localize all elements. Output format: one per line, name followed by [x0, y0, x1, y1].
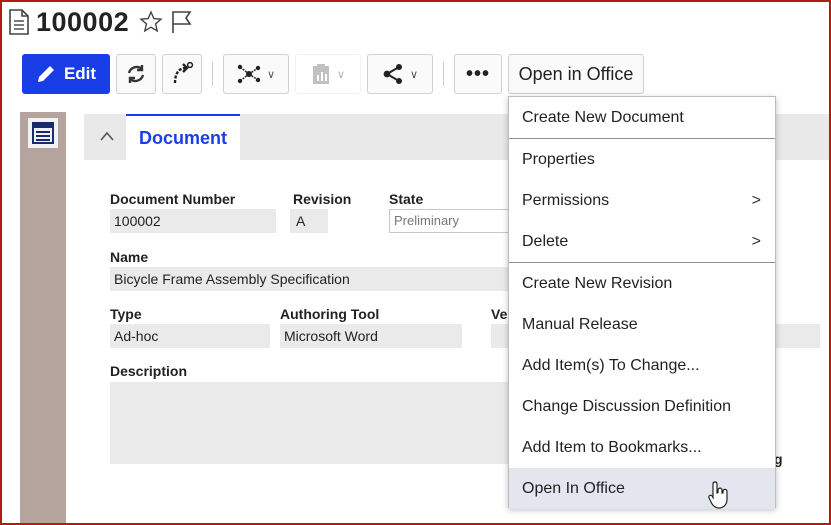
edit-button[interactable]: Edit: [22, 54, 110, 94]
menu-item-label: Create New Revision: [522, 275, 673, 292]
menu-item-label: Add Item(s) To Change...: [522, 357, 700, 374]
toolbar: Edit ∨ ∨ ∨ ••• Open in Office: [22, 52, 650, 96]
chevron-right-icon: >: [751, 233, 761, 250]
document-number-label: Document Number: [110, 191, 236, 207]
menu-item-create-new-revision[interactable]: Create New Revision: [509, 262, 775, 304]
chevron-right-icon: >: [751, 192, 761, 209]
menu-item-label: Properties: [522, 151, 595, 168]
more-actions-button[interactable]: •••: [454, 54, 502, 94]
description-field[interactable]: [110, 382, 510, 464]
description-label: Description: [110, 363, 188, 379]
name-label: Name: [110, 249, 149, 265]
menu-item-open-in-office[interactable]: Open In Office: [509, 468, 775, 509]
menu-item-permissions[interactable]: Permissions >: [509, 180, 775, 221]
more-actions-menu: Create New Document Properties Permissio…: [508, 96, 776, 509]
revision-field[interactable]: A: [290, 209, 328, 233]
promote-button[interactable]: [162, 54, 202, 94]
title-row: 100002: [6, 5, 193, 39]
toolbar-divider: [212, 62, 213, 86]
report-dropdown-button[interactable]: ∨: [295, 54, 361, 94]
menu-item-label: Manual Release: [522, 316, 638, 333]
edit-button-label: Edit: [63, 64, 97, 83]
chevron-down-icon: ∨: [266, 68, 276, 81]
curved-arrow-icon: [173, 62, 194, 84]
page-title: 100002: [36, 6, 130, 37]
menu-item-label: Delete: [522, 233, 569, 250]
menu-item-label: Permissions: [522, 192, 610, 209]
state-label: State: [389, 191, 424, 207]
chevron-down-icon: ∨: [409, 68, 419, 81]
share-dropdown-button[interactable]: ∨: [367, 54, 433, 94]
structure-dropdown-button[interactable]: ∨: [223, 54, 289, 94]
report-icon: [312, 64, 329, 84]
hidden-field-partial: [770, 324, 820, 348]
authoring-tool-field[interactable]: Microsoft Word: [280, 324, 462, 348]
menu-item-label: Create New Document: [522, 109, 684, 126]
menu-item-delete[interactable]: Delete >: [509, 221, 775, 262]
revision-label: Revision: [293, 191, 352, 207]
open-in-office-button[interactable]: Open in Office: [508, 54, 644, 94]
authoring-tool-label: Authoring Tool: [280, 306, 380, 322]
hand-pointer-icon: [707, 480, 731, 510]
flag-outline-icon[interactable]: [171, 10, 193, 34]
menu-item-label: Change Discussion Definition: [522, 398, 731, 415]
structure-network-icon: [237, 64, 261, 84]
type-field[interactable]: Ad-hoc: [110, 324, 270, 348]
tab-document[interactable]: Document: [126, 114, 240, 160]
star-outline-icon[interactable]: [139, 10, 163, 34]
collapse-chevron-icon[interactable]: [100, 128, 114, 144]
chevron-down-icon: ∨: [336, 68, 346, 81]
version-label-partial: Ve: [491, 306, 508, 322]
document-number-field[interactable]: 100002: [110, 209, 276, 233]
document-icon: [6, 7, 32, 37]
menu-item-manual-release[interactable]: Manual Release: [509, 304, 775, 345]
share-icon: [383, 64, 402, 84]
menu-item-label: Open In Office: [522, 480, 625, 497]
refresh-icon: [127, 65, 145, 83]
menu-item-create-new-document[interactable]: Create New Document: [509, 97, 775, 138]
menu-item-properties[interactable]: Properties: [509, 138, 775, 180]
menu-item-change-discussion-definition[interactable]: Change Discussion Definition: [509, 386, 775, 427]
menu-item-add-items-to-change[interactable]: Add Item(s) To Change...: [509, 345, 775, 386]
left-rail: [20, 112, 66, 523]
toolbar-divider: [443, 62, 444, 86]
state-field[interactable]: Preliminary: [389, 209, 509, 233]
name-field[interactable]: Bicycle Frame Assembly Specification: [110, 267, 510, 291]
form-view-icon[interactable]: [28, 118, 58, 148]
refresh-button[interactable]: [116, 54, 156, 94]
pencil-icon: [37, 66, 54, 82]
menu-item-add-to-bookmarks[interactable]: Add Item to Bookmarks...: [509, 427, 775, 468]
type-label: Type: [110, 306, 142, 322]
menu-item-label: Add Item to Bookmarks...: [522, 439, 702, 456]
